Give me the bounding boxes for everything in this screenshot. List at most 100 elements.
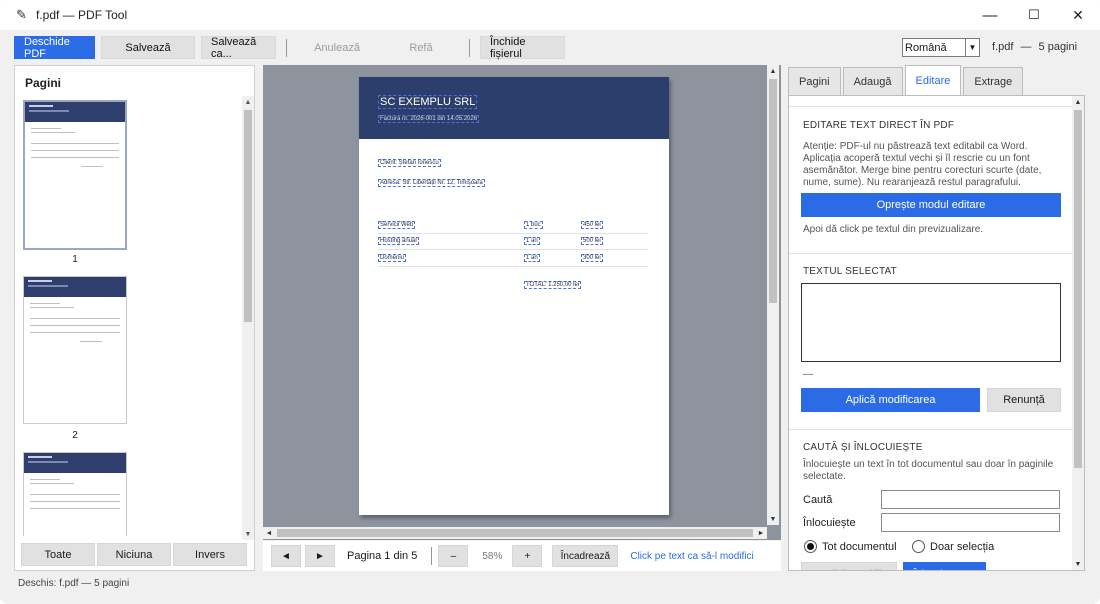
next-page-button[interactable]: ► [305, 545, 335, 567]
page-thumbnail[interactable] [23, 276, 127, 424]
find-label: Caută [803, 494, 833, 506]
panel-divider [789, 106, 1072, 107]
prev-page-button[interactable]: ◄ [271, 545, 301, 567]
scroll-up-icon[interactable]: ▲ [767, 65, 779, 77]
pdf-preview: SC EXEMPLU SRL Factura nr. 2026-001 din … [263, 65, 781, 540]
zoom-out-button[interactable]: – [438, 545, 469, 567]
scroll-right-icon[interactable]: ► [755, 527, 767, 539]
toolbar-separator [469, 38, 470, 57]
find-replace-description: Înlocuiește un text în tot documentul sa… [803, 459, 1054, 482]
page-count: 5 pagini [1038, 41, 1078, 53]
scope-selection-label: Doar selecția [930, 541, 995, 553]
page-indicator: Pagina 1 din 5 [347, 550, 418, 562]
edit-hint: Click pe text ca să-l modifici [630, 550, 754, 562]
invert-selection-button[interactable]: Invers [173, 543, 247, 566]
nav-separator [431, 547, 433, 565]
find-input[interactable] [881, 490, 1060, 509]
fit-button[interactable]: Încadrează [552, 545, 619, 567]
pages-scrollbar[interactable]: ▲ ▼ [242, 96, 254, 540]
scroll-down-icon[interactable]: ▼ [1072, 558, 1084, 570]
text-box-invoice[interactable]: Factura nr. 2026-001 din 14.05.2026 [378, 115, 480, 123]
app-window: ✎ f.pdf — PDF Tool — ☐ ✕ Deschide PDF Sa… [0, 0, 1100, 604]
text-box-row-price[interactable]: 450 lei [581, 221, 603, 229]
scope-all-radio[interactable] [804, 540, 817, 553]
stop-edit-mode-button[interactable]: Oprește modul editare [801, 193, 1061, 217]
toolbar: Deschide PDF Salvează Salvează ca... Anu… [0, 30, 1100, 65]
page-thumbnail[interactable] [23, 452, 127, 536]
language-select[interactable]: Română ▼ [902, 38, 980, 57]
text-box-address[interactable]: Adresa: Str. Libertății Nr. 12, Timișoar… [378, 179, 485, 187]
edit-panel: EDITARE TEXT DIRECT ÎN PDF Atenție: PDF-… [788, 95, 1085, 571]
text-box-row-qty[interactable]: 1 an [524, 237, 540, 245]
text-box-row-item[interactable]: Domeniu [378, 254, 407, 262]
scroll-down-icon[interactable]: ▼ [242, 528, 254, 540]
selected-text-area[interactable] [801, 283, 1061, 362]
pages-panel: Pagini 1 2 ▲ ▼ Toate Niciuna Invers [14, 65, 255, 571]
preview-navigation: ◄ ► Pagina 1 din 5 – 58% + Încadrează Cl… [263, 541, 781, 571]
panel-divider [789, 429, 1072, 430]
apply-change-button[interactable]: Aplică modificarea [801, 388, 980, 412]
preview-horizontal-scrollbar[interactable]: ◄ ► [263, 527, 767, 539]
maximize-button[interactable]: ☐ [1012, 0, 1056, 30]
redo-button[interactable]: Refă [383, 36, 459, 59]
text-box-row-item[interactable]: Servicii Web [378, 221, 416, 229]
selection-buttons: Toate Niciuna Invers [21, 543, 249, 566]
toolbar-separator [286, 38, 287, 57]
table-rule [378, 249, 648, 250]
right-panel-tabs: Pagini Adaugă Editare Extrage [788, 65, 1025, 95]
zoom-in-button[interactable]: + [512, 545, 543, 567]
text-box-row-qty[interactable]: 1 an [524, 254, 540, 262]
title-bar: ✎ f.pdf — PDF Tool — ☐ ✕ [0, 0, 1100, 30]
scroll-up-icon[interactable]: ▲ [242, 96, 254, 108]
open-pdf-button[interactable]: Deschide PDF [14, 36, 95, 60]
replace-input[interactable] [881, 513, 1060, 532]
panel-divider [789, 253, 1072, 254]
text-box-row-item[interactable]: Hosting anual [378, 237, 419, 245]
select-all-button[interactable]: Toate [21, 543, 95, 566]
scope-all-label: Tot documentul [822, 541, 897, 553]
tab-pages[interactable]: Pagini [788, 67, 841, 95]
text-box-total[interactable]: TOTAL: 1.250,00 lei [524, 281, 582, 289]
scroll-thumb[interactable] [244, 110, 252, 322]
cancel-change-button[interactable]: Renunță [987, 388, 1061, 412]
file-info: f.pdf — 5 pagini [992, 41, 1077, 53]
minimize-button[interactable]: — [968, 0, 1012, 30]
text-box-row-qty[interactable]: 1 buc [524, 221, 543, 229]
text-box-company[interactable]: SC EXEMPLU SRL [378, 95, 478, 109]
preview-vertical-scrollbar[interactable]: ▲ ▼ [767, 65, 779, 525]
undo-button[interactable]: Anulează [297, 36, 377, 59]
scroll-left-icon[interactable]: ◄ [263, 527, 275, 539]
text-box-client[interactable]: Client: Ștefan Ionescu [378, 159, 441, 167]
window-title: f.pdf — PDF Tool [36, 8, 128, 22]
close-file-button[interactable]: Închide fișierul [480, 36, 565, 60]
save-as-button[interactable]: Salvează ca... [201, 36, 276, 60]
pages-panel-header: Pagini [25, 76, 62, 90]
close-button[interactable]: ✕ [1056, 0, 1100, 30]
scroll-thumb[interactable] [769, 79, 777, 303]
page-thumbnail[interactable] [23, 100, 127, 250]
save-button[interactable]: Salvează [101, 36, 195, 59]
selected-text-header: TEXTUL SELECTAT [803, 266, 897, 277]
scroll-down-icon[interactable]: ▼ [767, 513, 779, 525]
tab-edit[interactable]: Editare [904, 65, 962, 95]
window-controls: — ☐ ✕ [968, 0, 1100, 30]
edit-panel-scrollbar[interactable]: ▲ ▼ [1072, 96, 1084, 570]
text-box-row-price[interactable]: 500 lei [581, 237, 603, 245]
find-replace-header: CAUTĂ ȘI ÎNLOCUIEȘTE [803, 442, 923, 453]
select-none-button[interactable]: Niciuna [97, 543, 171, 566]
text-box-row-price[interactable]: 300 lei [581, 254, 603, 262]
edit-description: Atenție: PDF-ul nu păstrează text editab… [803, 141, 1042, 188]
zoom-level: 58% [482, 550, 503, 562]
dropdown-arrow-icon[interactable]: ▼ [965, 39, 979, 56]
scroll-thumb[interactable] [1074, 110, 1082, 468]
count-occurrences-button[interactable]: Numără aparițiile [801, 562, 897, 570]
table-rule [378, 233, 648, 234]
tab-add[interactable]: Adaugă [842, 67, 903, 95]
table-rule [378, 266, 648, 267]
replace-all-button[interactable]: Înlocuiește tot [903, 562, 986, 570]
scroll-thumb[interactable] [277, 529, 753, 537]
file-name: f.pdf [992, 41, 1014, 53]
scroll-up-icon[interactable]: ▲ [1072, 96, 1084, 108]
scope-selection-radio[interactable] [912, 540, 925, 553]
tab-extract[interactable]: Extrage [963, 67, 1024, 95]
